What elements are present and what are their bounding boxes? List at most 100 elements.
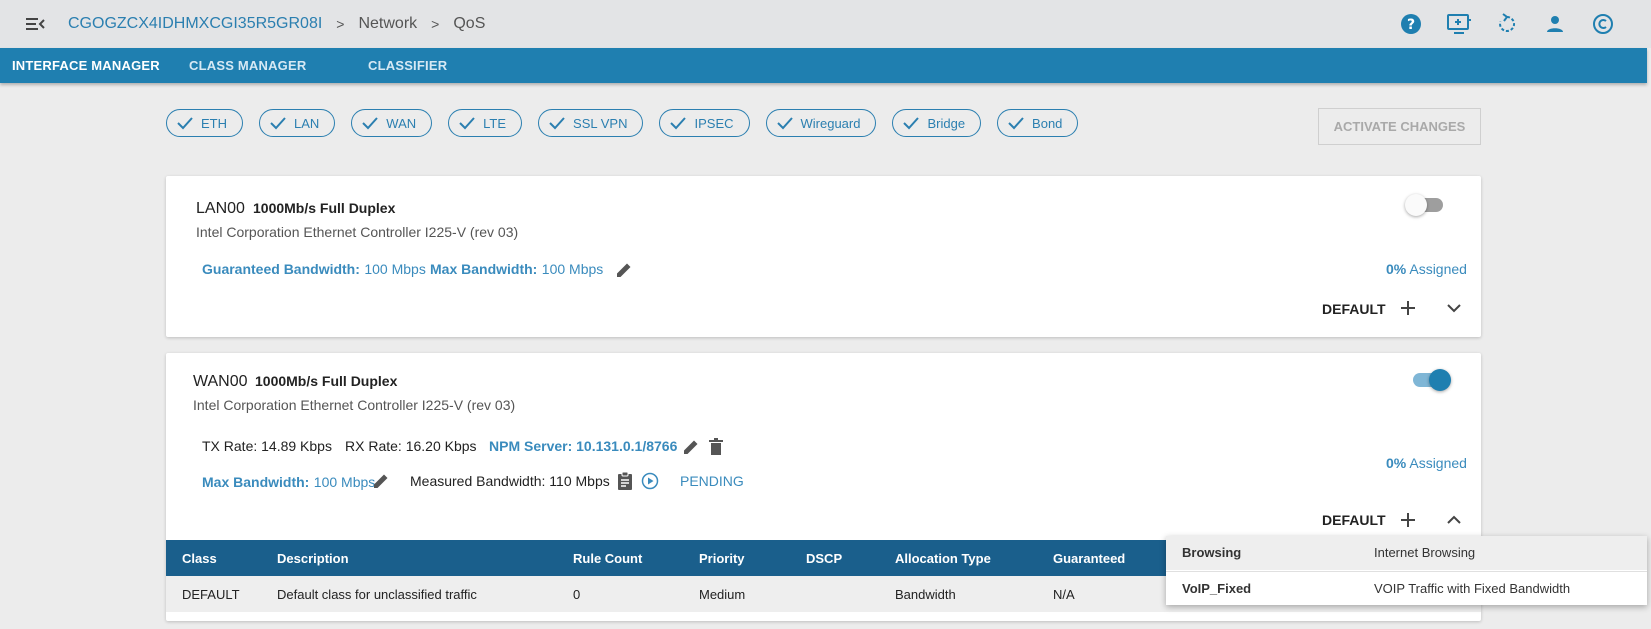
filter-chip-eth[interactable]: ETH <box>166 109 243 137</box>
default-class-label: DEFAULT <box>1322 512 1386 528</box>
filter-chip-ssl-vpn[interactable]: SSL VPN <box>538 109 644 137</box>
interface-speed: 1000Mb/s Full Duplex <box>253 200 396 216</box>
cell-rule-count: 0 <box>573 576 699 612</box>
measured-bandwidth: Measured Bandwidth: 110 Mbps <box>410 473 610 489</box>
column-header-description[interactable]: Description <box>277 540 573 576</box>
interface-enable-toggle[interactable] <box>1405 194 1445 216</box>
column-header-class[interactable]: Class <box>166 540 277 576</box>
cell-description: Default class for unclassified traffic <box>277 576 573 612</box>
tab-interface-manager[interactable]: INTERFACE MANAGER <box>12 48 160 83</box>
check-icon <box>776 117 793 130</box>
add-class-dropdown: Browsing Internet Browsing VoIP_Fixed VO… <box>1166 536 1647 605</box>
max-bandwidth-label: Max Bandwidth: <box>430 261 538 277</box>
activate-changes-button[interactable]: ACTIVATE CHANGES <box>1318 108 1481 145</box>
add-class-icon[interactable] <box>1398 510 1418 530</box>
max-bandwidth: Max Bandwidth: 100 Mbps <box>202 474 375 492</box>
column-header-dscp[interactable]: DSCP <box>806 540 895 576</box>
assigned-value: 0% <box>1386 261 1407 277</box>
cell-class: DEFAULT <box>166 576 277 612</box>
add-to-screen-icon[interactable] <box>1443 8 1475 40</box>
assigned-value: 0% <box>1386 455 1407 471</box>
top-header: CGOGZCX4IDHMXCGI35R5GR08I > Network > Qo… <box>0 0 1651 48</box>
filter-chip-lte[interactable]: LTE <box>448 109 523 137</box>
filter-chip-label: IPSEC <box>694 115 734 131</box>
interface-card-lan00: LAN00 1000Mb/s Full Duplex Intel Corpora… <box>166 176 1481 337</box>
interface-enable-toggle[interactable] <box>1411 369 1451 391</box>
breadcrumb-qos: QoS <box>453 15 486 32</box>
breadcrumb-device-id[interactable]: CGOGZCX4IDHMXCGI35R5GR08I <box>68 15 322 33</box>
assigned-percentage: 0% Assigned <box>1386 261 1467 277</box>
breadcrumb-separator: > <box>336 16 345 32</box>
edit-npm-server-icon[interactable] <box>681 437 701 457</box>
check-icon <box>177 117 193 130</box>
breadcrumb-network[interactable]: Network <box>358 15 417 33</box>
check-icon <box>903 117 920 130</box>
clipboard-icon[interactable] <box>615 471 635 491</box>
filter-chip-label: LAN <box>294 115 320 131</box>
assigned-percentage: 0% Assigned <box>1386 455 1467 471</box>
rx-rate: RX Rate: 16.20 Kbps <box>345 438 477 454</box>
max-bandwidth: Max Bandwidth: 100 Mbps <box>430 261 603 279</box>
interface-description: Intel Corporation Ethernet Controller I2… <box>193 397 516 413</box>
interface-name: WAN00 <box>193 373 248 390</box>
tab-classifier[interactable]: CLASSIFIER <box>368 48 447 83</box>
edit-bandwidth-icon[interactable] <box>614 260 634 280</box>
help-icon[interactable]: ? <box>1395 8 1427 40</box>
refresh-icon[interactable] <box>1491 8 1523 40</box>
interface-name: LAN00 <box>196 200 245 217</box>
interface-speed: 1000Mb/s Full Duplex <box>255 373 398 389</box>
chevron-down-icon[interactable] <box>1444 298 1464 318</box>
filter-chip-label: WAN <box>386 115 417 131</box>
check-icon <box>670 117 687 130</box>
copyright-icon[interactable] <box>1587 8 1619 40</box>
add-class-icon[interactable] <box>1398 298 1418 318</box>
option-class-name: VoIP_Fixed <box>1182 581 1252 596</box>
dropdown-option-voip-fixed[interactable]: VoIP_Fixed VOIP Traffic with Fixed Bandw… <box>1166 571 1647 606</box>
cell-allocation-type: Bandwidth <box>895 576 1053 612</box>
breadcrumb: CGOGZCX4IDHMXCGI35R5GR08I > Network > Qo… <box>68 0 485 48</box>
interface-type-filters: ETH LAN WAN LTE SSL VPN IPSEC Wireguard … <box>166 109 1079 137</box>
filter-chip-ipsec[interactable]: IPSEC <box>659 109 750 137</box>
filter-chip-bond[interactable]: Bond <box>997 109 1079 137</box>
tab-bar: INTERFACE MANAGER CLASS MANAGER CLASSIFI… <box>0 48 1647 83</box>
run-test-icon[interactable] <box>640 471 660 491</box>
interface-description: Intel Corporation Ethernet Controller I2… <box>196 224 519 240</box>
header-actions: ? <box>1395 8 1619 40</box>
filter-chip-lan[interactable]: LAN <box>259 109 336 137</box>
default-class-label: DEFAULT <box>1322 301 1386 317</box>
check-icon <box>1008 117 1024 130</box>
filter-chip-bridge[interactable]: Bridge <box>892 109 982 137</box>
tx-rate: TX Rate: 14.89 Kbps <box>202 438 332 454</box>
chevron-up-icon[interactable] <box>1444 510 1464 530</box>
option-class-description: VOIP Traffic with Fixed Bandwidth <box>1374 581 1571 596</box>
filter-chip-label: LTE <box>483 115 507 131</box>
column-header-allocation-type[interactable]: Allocation Type <box>895 540 1053 576</box>
edit-bandwidth-icon[interactable] <box>371 471 391 491</box>
measurement-status: PENDING <box>680 473 744 489</box>
max-bandwidth-value: 100 Mbps <box>541 261 604 277</box>
max-bandwidth-label: Max Bandwidth: <box>202 474 310 490</box>
delete-npm-server-icon[interactable] <box>706 437 726 457</box>
option-class-description: Internet Browsing <box>1374 545 1476 560</box>
assigned-label: Assigned <box>1409 455 1467 471</box>
filter-chip-wan[interactable]: WAN <box>351 109 433 137</box>
max-bandwidth-value: 100 Mbps <box>313 474 376 490</box>
tab-class-manager[interactable]: CLASS MANAGER <box>189 48 306 83</box>
filter-chip-label: Bond <box>1032 115 1063 131</box>
guaranteed-bandwidth-value: 100 Mbps <box>364 261 426 277</box>
guaranteed-bandwidth: Guaranteed Bandwidth: 100 Mbps <box>202 261 426 279</box>
check-icon <box>270 117 286 130</box>
check-icon <box>459 117 475 130</box>
column-header-rule-count[interactable]: Rule Count <box>573 540 699 576</box>
check-icon <box>362 117 379 130</box>
filter-chip-label: SSL VPN <box>573 115 628 131</box>
user-icon[interactable] <box>1539 8 1571 40</box>
filter-chip-label: Wireguard <box>800 115 861 131</box>
check-icon <box>549 117 565 130</box>
cell-priority: Medium <box>699 576 806 612</box>
column-header-priority[interactable]: Priority <box>699 540 806 576</box>
svg-text:?: ? <box>1407 17 1415 33</box>
menu-collapse-icon[interactable] <box>24 14 46 34</box>
dropdown-option-browsing[interactable]: Browsing Internet Browsing <box>1166 536 1647 570</box>
filter-chip-wireguard[interactable]: Wireguard <box>765 109 877 137</box>
